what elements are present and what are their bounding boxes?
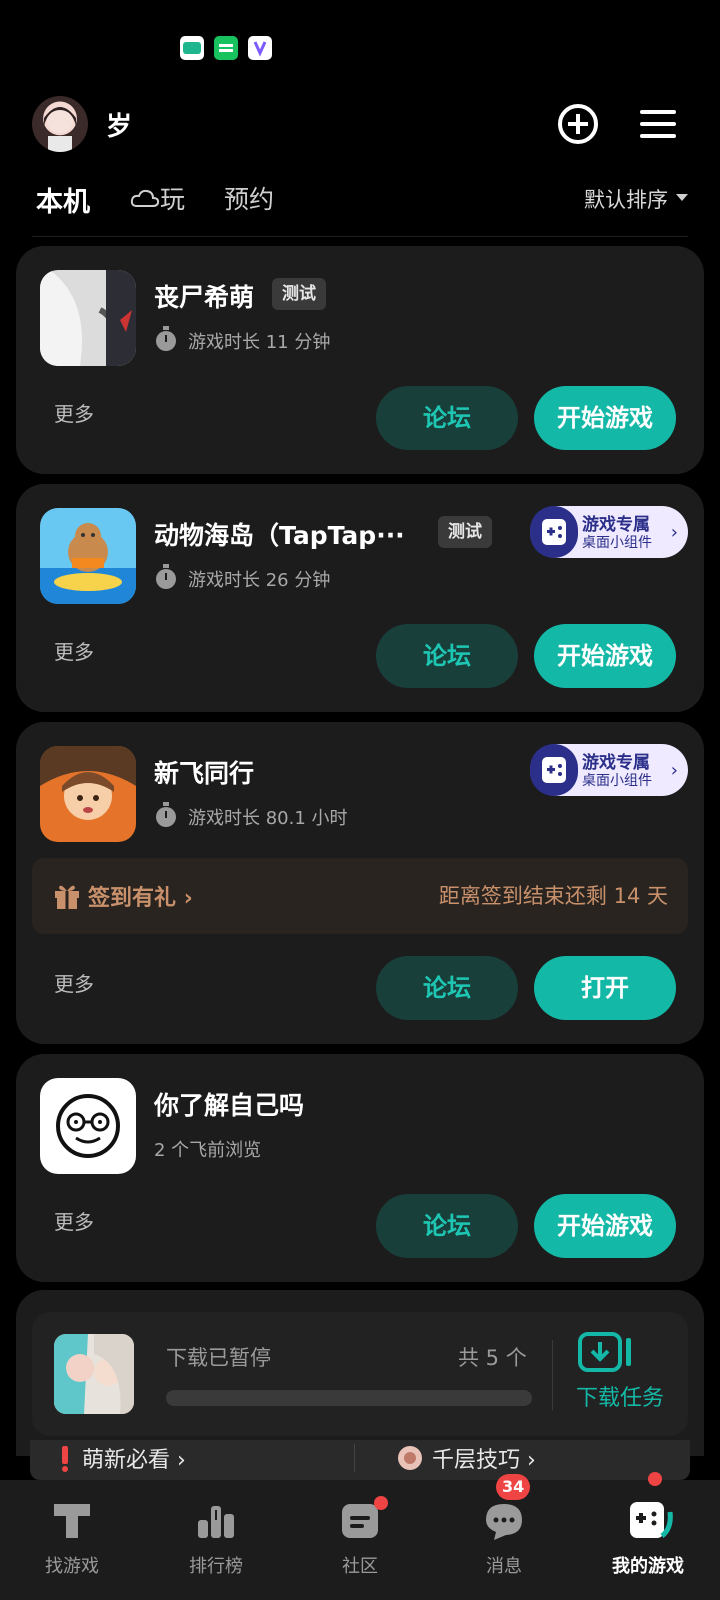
nav-messages[interactable]: 34 消息 [432, 1474, 576, 1600]
tab-cloud-play[interactable]: 玩 [160, 180, 185, 216]
forum-button[interactable]: 论坛 [376, 624, 518, 688]
chevron-right-icon: › [183, 886, 193, 911]
gamepad-icon [626, 1498, 673, 1542]
tab-local[interactable]: 本机 [36, 180, 90, 219]
desktop-widget-button[interactable]: 游戏专属 桌面小组件 › [530, 506, 688, 558]
playtime: 游戏时长 11 分钟 [188, 332, 331, 353]
plus-circle-icon[interactable] [556, 102, 600, 146]
game-card[interactable]: 新飞同行 游戏专属 桌面小组件 › 游戏时长 80.1 小时 签到有礼 › 距离… [16, 722, 704, 1044]
test-badge: 测试 [438, 516, 492, 548]
stopwatch-icon [154, 326, 178, 352]
game-card[interactable]: 动物海岛（TapTap··· 测试 游戏专属 桌面小组件 › 游戏时长 26 分… [16, 484, 704, 712]
widget-gamepad-icon [530, 506, 578, 558]
exclamation-icon [60, 1446, 70, 1476]
widget-subtitle: 桌面小组件 [582, 535, 652, 551]
download-task-icon[interactable] [578, 1330, 638, 1374]
signin-label: 签到有礼 › [88, 886, 193, 911]
game-title[interactable]: 新飞同行 [154, 754, 254, 790]
avatar[interactable] [32, 96, 88, 152]
cloud-icon [130, 188, 160, 214]
download-task-label[interactable]: 下载任务 [576, 1380, 664, 1412]
nav-label: 社区 [342, 1556, 378, 1577]
forum-button[interactable]: 论坛 [376, 956, 518, 1020]
nav-find-games[interactable]: 找游戏 [0, 1480, 144, 1600]
start-game-button[interactable]: 开始游戏 [534, 624, 676, 688]
deyi-app-icon [180, 36, 204, 60]
game-title[interactable]: 你了解自己吗 [154, 1086, 304, 1122]
download-status: 下载已暂停 [166, 1346, 271, 1370]
more-button[interactable]: 更多 [54, 636, 94, 665]
desktop-widget-button[interactable]: 游戏专属 桌面小组件 › [530, 744, 688, 796]
username[interactable]: 岁 [106, 106, 132, 143]
stopwatch-icon [154, 802, 178, 828]
header: 岁 [0, 94, 720, 154]
tab-reservations[interactable]: 预约 [224, 180, 274, 216]
status-bar [0, 0, 720, 80]
gear-badge-icon [396, 1444, 424, 1476]
more-button[interactable]: 更多 [54, 398, 94, 427]
forum-button[interactable]: 论坛 [376, 386, 518, 450]
gift-icon [54, 882, 80, 914]
nav-label: 排行榜 [189, 1556, 243, 1577]
nav-leaderboard[interactable]: 排行榜 [144, 1480, 288, 1600]
divider [552, 1340, 553, 1410]
open-game-button[interactable]: 打开 [534, 956, 676, 1020]
game-card[interactable]: 你了解自己吗 2 个飞前浏览 更多 论坛 开始游戏 [16, 1054, 704, 1282]
more-button[interactable]: 更多 [54, 968, 94, 997]
notification-dot [648, 1472, 662, 1486]
nav-label: 消息 [486, 1556, 522, 1577]
game-icon[interactable] [40, 746, 136, 842]
taptap-logo-icon [50, 1498, 94, 1542]
forum-button[interactable]: 论坛 [376, 1194, 518, 1258]
test-badge: 测试 [272, 278, 326, 310]
game-icon[interactable] [40, 270, 136, 366]
divider [354, 1444, 355, 1472]
hamburger-menu-icon[interactable] [636, 102, 680, 146]
tab-bar: 本机 玩 预约 默认排序 [0, 176, 720, 236]
quick-links: 萌新必看 › 千层技巧 › [30, 1440, 690, 1480]
message-icon [482, 1498, 526, 1542]
game-title[interactable]: 动物海岛（TapTap··· [154, 516, 405, 552]
nav-label: 找游戏 [45, 1556, 99, 1577]
chevron-right-icon: › [670, 760, 678, 781]
game-icon[interactable] [40, 508, 136, 604]
quick-link-newbie[interactable]: 萌新必看 › [82, 1442, 186, 1474]
sort-dropdown[interactable]: 默认排序 [584, 184, 668, 214]
download-count: 共 5 个 [458, 1346, 527, 1370]
signin-remaining: 距离签到结束还剩 14 天 [438, 884, 668, 908]
download-progress-bar [166, 1390, 532, 1406]
widget-subtitle: 桌面小组件 [582, 773, 652, 789]
stopwatch-icon [154, 564, 178, 590]
leaderboard-icon [194, 1498, 238, 1542]
playtime: 游戏时长 80.1 小时 [188, 808, 348, 829]
app-store-icon [248, 36, 272, 60]
start-game-button[interactable]: 开始游戏 [534, 386, 676, 450]
nav-label: 我的游戏 [612, 1556, 684, 1577]
divider [32, 236, 688, 237]
chevron-down-icon [676, 194, 688, 201]
last-viewed: 2 个飞前浏览 [154, 1140, 262, 1161]
game-icon[interactable] [40, 1078, 136, 1174]
nav-my-games[interactable]: 我的游戏 [576, 1472, 720, 1600]
iqiyi-app-icon [214, 36, 238, 60]
download-card[interactable]: 下载已暂停 共 5 个 下载任务 [32, 1312, 688, 1436]
download-thumbnail [54, 1334, 134, 1414]
bottom-nav: 找游戏 排行榜 社区 34 消息 我的游戏 [0, 1472, 720, 1600]
more-button[interactable]: 更多 [54, 1206, 94, 1235]
start-game-button[interactable]: 开始游戏 [534, 1194, 676, 1258]
widget-gamepad-icon [530, 744, 578, 796]
chevron-right-icon: › [670, 522, 678, 543]
quick-link-tips[interactable]: 千层技巧 › [432, 1442, 536, 1474]
game-card[interactable]: 丧尸希萌 测试 游戏时长 11 分钟 更多 论坛 开始游戏 [16, 246, 704, 474]
notification-dot [374, 1496, 388, 1510]
playtime: 游戏时长 26 分钟 [188, 570, 331, 591]
nav-community[interactable]: 社区 [288, 1480, 432, 1600]
game-title[interactable]: 丧尸希萌 [154, 278, 254, 314]
unread-count-badge: 34 [496, 1474, 531, 1500]
signin-banner[interactable]: 签到有礼 › 距离签到结束还剩 14 天 [32, 858, 688, 934]
download-panel: 下载已暂停 共 5 个 下载任务 [16, 1290, 704, 1456]
